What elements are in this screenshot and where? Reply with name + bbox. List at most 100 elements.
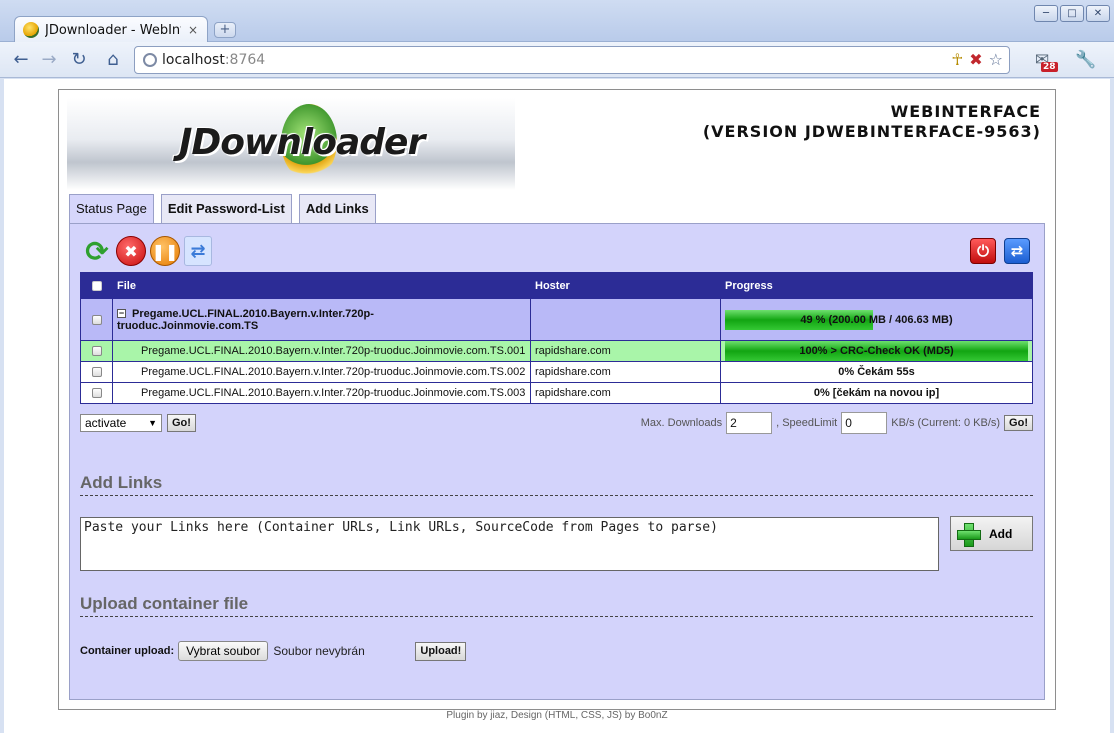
jdownloader-favicon-icon [23,22,39,38]
container-upload-label: Container upload: [80,645,175,657]
globe-icon [143,53,157,67]
file-hoster: rapidshare.com [530,382,721,404]
speed-controls: Max. Downloads 2 , SpeedLimit 0 KB/s (Cu… [641,412,1033,434]
file-checkbox-cell[interactable] [80,340,113,362]
page-title-line2: (VERSION JDWEBINTERFACE-9563) [702,122,1041,141]
table-row[interactable]: Pregame.UCL.FINAL.2010.Bayern.v.Inter.72… [80,340,1033,362]
webinterface-frame: JDownloader WEBINTERFACE (VERSION JDWEBI… [58,89,1056,710]
max-downloads-label: Max. Downloads [640,417,723,429]
speed-limit-label: , SpeedLimit [776,417,838,429]
tab-edit-password-list[interactable]: Edit Password-List [160,194,292,224]
file-checkbox[interactable] [91,388,102,399]
select-all-header[interactable] [80,272,113,299]
url-text: localhost:8764 [162,52,265,68]
file-hoster: rapidshare.com [530,340,721,362]
address-bar[interactable]: localhost:8764 ☥ ✖ ☆ [134,46,1010,74]
block-extension-icon[interactable]: ✖ [969,50,982,69]
add-links-heading: Add Links [80,473,1033,496]
action-go-button[interactable]: Go! [167,414,196,432]
downloads-table: File Hoster Progress − Pregame.UCL.FINAL.… [80,272,1033,404]
ankh-extension-icon[interactable]: ☥ [951,50,963,69]
stop-downloads-icon[interactable]: ✖ [116,236,146,266]
collapse-package-icon[interactable]: − [117,309,126,319]
speed-limit-input[interactable]: 0 [841,412,888,434]
file-progress-bar: 0% Čekám 55s [725,362,1028,382]
column-hoster: Hoster [530,272,721,299]
table-row[interactable]: Pregame.UCL.FINAL.2010.Bayern.v.Inter.72… [80,382,1033,404]
jdownloader-logo: JDownloader [67,98,515,190]
select-all-checkbox[interactable] [91,280,102,291]
page-title-line1: WEBINTERFACE [890,102,1041,121]
file-progress-label: 0% Čekám 55s [838,366,915,378]
home-icon[interactable]: ⌂ [100,47,126,73]
speed-unit-label: KB/s (Current: 0 KB/s) [891,417,1001,429]
file-name: Pregame.UCL.FINAL.2010.Bayern.v.Inter.72… [112,382,531,404]
bookmark-star-icon[interactable]: ☆ [989,50,1003,69]
file-progress-bar: 0% [čekám na novou ip] [725,383,1028,403]
tab-title: JDownloader - WebInt... [45,22,181,38]
close-tab-icon[interactable]: × [187,23,199,37]
links-textarea[interactable]: Paste your Links here (Container URLs, L… [80,517,939,571]
new-tab-button[interactable]: + [214,22,236,38]
file-checkbox-cell[interactable] [80,361,113,383]
package-progress-cell: 49 % (200.00 MB / 406.63 MB) [720,298,1033,341]
file-progress-cell: 0% [čekám na novou ip] [720,382,1033,404]
package-row[interactable]: − Pregame.UCL.FINAL.2010.Bayern.v.Inter.7… [80,298,1033,341]
package-name-line2: truoduc.Joinmovie.com.TS [117,319,259,332]
table-row[interactable]: Pregame.UCL.FINAL.2010.Bayern.v.Inter.72… [80,361,1033,383]
tab-status-page[interactable]: Status Page [69,194,154,224]
wrench-menu-icon[interactable]: 🔧 [1074,48,1098,72]
download-action-icons: ⟳ ✖ ❚❚ ⇄ [82,235,212,268]
action-select[interactable]: activate ▼ [80,414,162,432]
refresh-icon[interactable]: ⟳ [82,235,112,268]
package-checkbox[interactable] [91,314,102,325]
speed-go-button[interactable]: Go! [1004,415,1033,431]
dropdown-arrow-icon: ▼ [148,418,157,428]
file-hoster: rapidshare.com [530,361,721,383]
package-name-cell: − Pregame.UCL.FINAL.2010.Bayern.v.Inter.7… [112,298,531,341]
file-progress-cell: 100% > CRC-Check OK (MD5) [720,340,1033,362]
status-panel: ⟳ ✖ ❚❚ ⇄ ⏻ ⇄ File Hoster Progress − Preg… [69,223,1045,700]
file-checkbox[interactable] [91,346,102,357]
logo-text: JDownloader [179,122,425,163]
file-progress-cell: 0% Čekám 55s [720,361,1033,383]
plus-icon [957,522,981,547]
browser-tab[interactable]: JDownloader - WebInt... × [14,16,208,43]
forward-arrow-icon[interactable]: → [36,47,62,73]
maximize-window-button[interactable]: □ [1060,5,1084,22]
power-off-icon[interactable]: ⏻ [970,238,996,264]
package-checkbox-cell[interactable] [80,298,113,341]
browser-toolbar: ← → ↻ ⌂ localhost:8764 ☥ ✖ ☆ ✉ 28 🔧 [0,42,1114,78]
choose-file-button[interactable]: Vybrat soubor [178,641,269,661]
url-port: :8764 [224,52,266,68]
minimize-window-button[interactable]: ─ [1034,5,1058,22]
package-progress-bar: 49 % (200.00 MB / 406.63 MB) [725,309,1028,330]
tab-add-links[interactable]: Add Links [298,194,376,224]
browser-titlebar: JDownloader - WebInt... × + ─ □ ✕ [0,0,1114,43]
file-name: Pregame.UCL.FINAL.2010.Bayern.v.Inter.72… [112,340,531,362]
page-footer: Plugin by jiaz, Design (HTML, CSS, JS) b… [446,710,668,721]
file-checkbox[interactable] [91,367,102,378]
mail-count-badge: 28 [1041,62,1058,72]
max-downloads-input[interactable]: 2 [726,412,773,434]
upload-button[interactable]: Upload! [415,641,467,661]
reload-icon[interactable]: ↻ [66,47,92,73]
restart-icon[interactable]: ⇄ [1004,238,1030,264]
column-file: File [112,272,531,299]
file-status-text: Soubor nevybrán [273,644,365,658]
package-hoster [530,298,721,341]
main-tabs: Status Page Edit Password-List Add Links [69,194,376,224]
column-progress: Progress [720,272,1033,299]
file-progress-label: 100% > CRC-Check OK (MD5) [799,345,954,357]
upload-row: Container upload: Vybrat soubor Soubor n… [80,641,467,661]
table-header-row: File Hoster Progress [80,272,1033,299]
close-window-button[interactable]: ✕ [1086,5,1110,22]
add-links-button[interactable]: Add [950,516,1033,551]
reconnect-icon[interactable]: ⇄ [184,236,212,266]
file-progress-bar: 100% > CRC-Check OK (MD5) [725,341,1028,361]
file-checkbox-cell[interactable] [80,382,113,404]
back-arrow-icon[interactable]: ← [8,47,34,73]
upload-container-heading: Upload container file [80,594,1033,617]
pause-downloads-icon[interactable]: ❚❚ [150,236,180,266]
url-host: localhost [162,52,225,68]
